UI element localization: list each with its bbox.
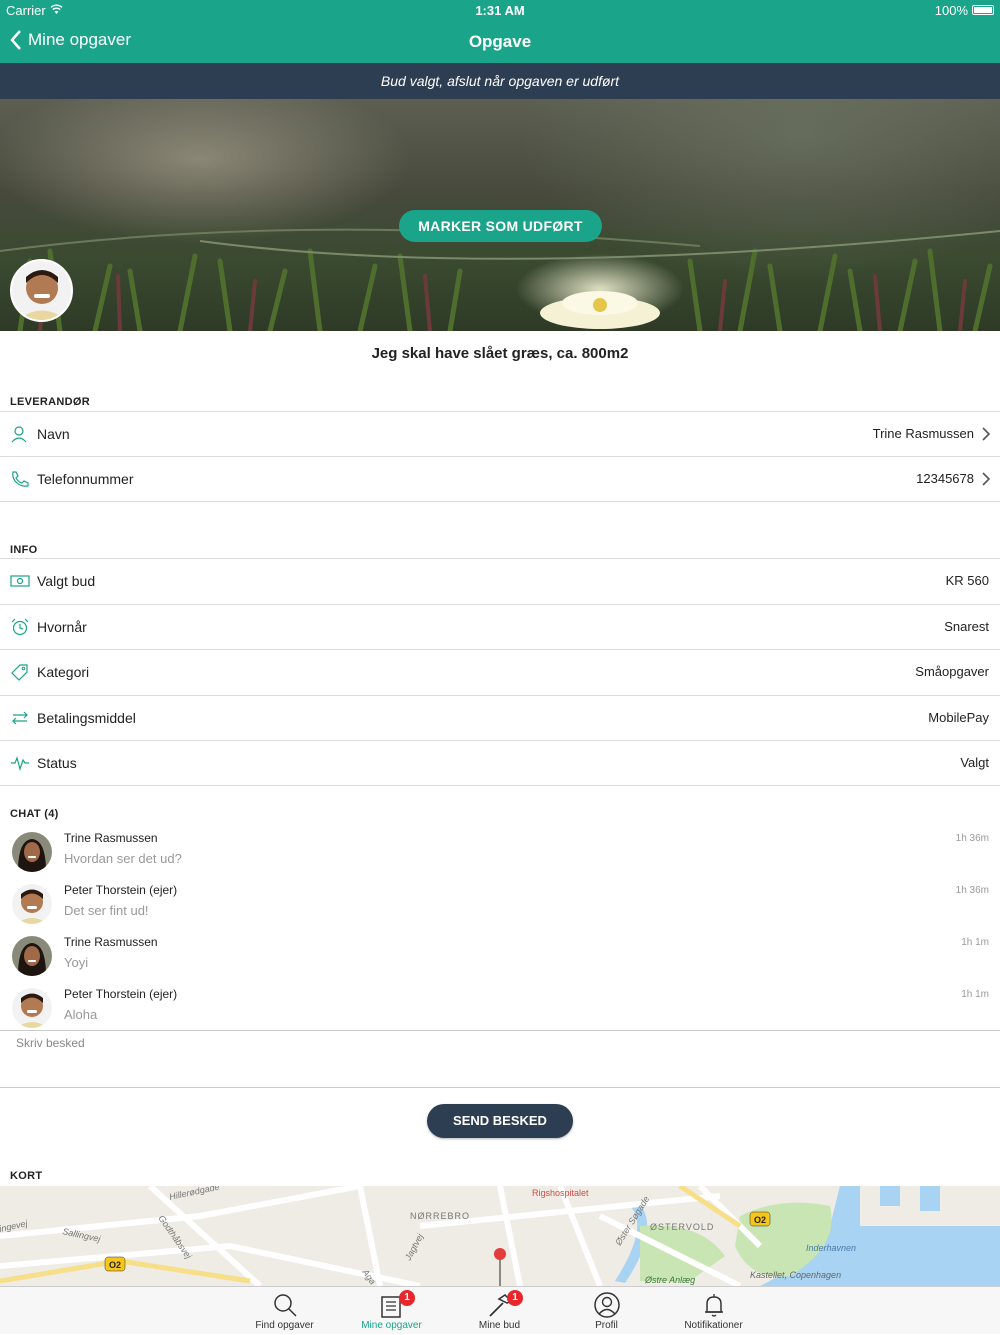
row-label: Navn (37, 426, 70, 442)
chat-sender: Peter Thorstein (ejer) (64, 883, 178, 897)
avatar (12, 988, 52, 1028)
row-label: Valgt bud (37, 573, 96, 589)
chat-sender: Peter Thorstein (ejer) (64, 987, 178, 1001)
row-label: Hvornår (37, 619, 87, 635)
row-label: Betalingsmiddel (37, 710, 136, 726)
alarm-clock-icon (11, 618, 29, 636)
row-label: Telefonnummer (37, 471, 134, 487)
map-label: Østre Anlæg (644, 1275, 695, 1285)
chat-sender: Trine Rasmussen (64, 831, 158, 845)
chat-time: 1h 36m (955, 833, 989, 844)
notification-badge: 1 (507, 1290, 523, 1306)
chat-time: 1h 1m (961, 937, 989, 948)
tag-icon (11, 664, 28, 681)
tab-label: Mine bud (478, 1320, 521, 1331)
row-value: KR 560 (945, 573, 989, 588)
row-value: 12345678 (916, 471, 974, 486)
tab-profil[interactable]: Profil (553, 1287, 660, 1335)
tab-label: Find opgaver (255, 1320, 314, 1331)
send-message-button[interactable]: SEND BESKED (427, 1104, 573, 1138)
tab-label: Mine opgaver (361, 1320, 422, 1331)
chat-time: 1h 1m (961, 989, 989, 1000)
chat-message: Peter Thorstein (ejer) Aloha 1h 1m (0, 982, 1000, 1034)
chat-text: Det ser fint ud! (64, 903, 149, 918)
pulse-icon (11, 756, 29, 772)
supplier-phone-row[interactable]: Telefonnummer 12345678 (0, 456, 1000, 501)
supplier-name-row[interactable]: Navn Trine Rasmussen (0, 411, 1000, 456)
svg-text:O2: O2 (754, 1215, 766, 1225)
map-label: Rigshospitalet (532, 1188, 589, 1198)
info-row-when: Hvornår Snarest (0, 604, 1000, 649)
info-row-bid: Valgt bud KR 560 (0, 558, 1000, 603)
row-value: Småopgaver (915, 664, 989, 679)
route-badge: O2 (749, 1211, 771, 1227)
chat-text: Aloha (64, 1007, 98, 1022)
status-bar: Carrier 1:31 AM 100% (0, 0, 1000, 20)
info-row-status: Status Valgt (0, 740, 1000, 785)
info-row-category: Kategori Småopgaver (0, 649, 1000, 694)
divider (0, 785, 1000, 786)
tab-find-opgaver[interactable]: Find opgaver (231, 1287, 338, 1335)
transfer-arrows-icon (12, 711, 28, 725)
owner-avatar[interactable] (10, 259, 73, 322)
money-icon (10, 575, 30, 587)
row-label: Status (37, 755, 77, 771)
chat-section-label: CHAT (4) (10, 808, 59, 820)
clock: 1:31 AM (475, 3, 525, 18)
chat-time: 1h 36m (955, 885, 989, 896)
chevron-right-icon (982, 472, 991, 486)
profile-icon (594, 1292, 620, 1318)
chat-text: Yoyi (64, 955, 89, 970)
tab-mine-bud[interactable]: 1 Mine bud (446, 1287, 553, 1335)
avatar (12, 884, 52, 924)
map-canvas: Hillerødgade Godthåbsvej Sallingvej inge… (0, 1186, 1000, 1286)
row-value: Trine Rasmussen (872, 426, 974, 441)
tab-bar: Find opgaver 1 Mine opgaver 1 Mine bud P… (0, 1286, 1000, 1334)
row-value: Snarest (944, 619, 989, 634)
map-view[interactable]: Hillerødgade Godthåbsvej Sallingvej inge… (0, 1186, 1000, 1286)
page-title: Opgave (468, 32, 532, 51)
chat-sender: Trine Rasmussen (64, 935, 158, 949)
map-label: NØRREBRO (410, 1211, 470, 1221)
chat-message: Peter Thorstein (ejer) Det ser fint ud! … (0, 878, 1000, 930)
info-row-payment: Betalingsmiddel MobilePay (0, 695, 1000, 740)
row-value: Valgt (960, 755, 989, 770)
task-hero-image: MARKER SOM UDFØRT (0, 99, 1000, 331)
bell-icon (705, 1294, 723, 1317)
chat-message: Trine Rasmussen Yoyi 1h 1m (0, 930, 1000, 982)
avatar (12, 832, 52, 872)
route-badge: O2 (104, 1256, 126, 1272)
tab-mine-opgaver[interactable]: 1 Mine opgaver (338, 1287, 445, 1335)
supplier-section-label: LEVERANDØR (10, 396, 91, 408)
mark-done-button[interactable]: MARKER SOM UDFØRT (399, 210, 602, 242)
map-label: ØSTERVOLD (650, 1222, 714, 1232)
tab-label: Profil (595, 1320, 618, 1331)
task-title: Jeg skal have slået græs, ca. 800m2 (371, 345, 629, 362)
phone-icon (12, 471, 29, 487)
chevron-right-icon (982, 427, 991, 441)
tab-label: Notifikationer (684, 1320, 743, 1331)
avatar (12, 936, 52, 976)
chat-message: Trine Rasmussen Hvordan ser det ud? 1h 3… (0, 826, 1000, 878)
svg-text:O2: O2 (109, 1260, 121, 1270)
map-section-label: KORT (10, 1170, 43, 1182)
message-input[interactable]: Skriv besked (0, 1030, 1000, 1088)
chat-text: Hvordan ser det ud? (64, 851, 182, 866)
tab-notifikationer[interactable]: Notifikationer (660, 1287, 767, 1335)
notification-badge: 1 (399, 1290, 415, 1306)
navigation-bar: Mine opgaver Opgave (0, 20, 1000, 63)
message-input-placeholder: Skriv besked (16, 1036, 85, 1050)
row-label: Kategori (37, 664, 90, 680)
info-section-label: INFO (10, 544, 38, 556)
search-icon (274, 1294, 297, 1317)
person-icon (11, 426, 27, 443)
row-value: MobilePay (928, 710, 989, 725)
divider (0, 501, 1000, 502)
battery-percent: 100% (934, 3, 968, 18)
battery-icon (972, 5, 994, 15)
map-label: Inderhavnen (806, 1243, 856, 1253)
map-label: Kastellet, Copenhagen (750, 1270, 841, 1280)
status-banner: Bud valgt, afslut når opgaven er udført (0, 63, 1000, 99)
